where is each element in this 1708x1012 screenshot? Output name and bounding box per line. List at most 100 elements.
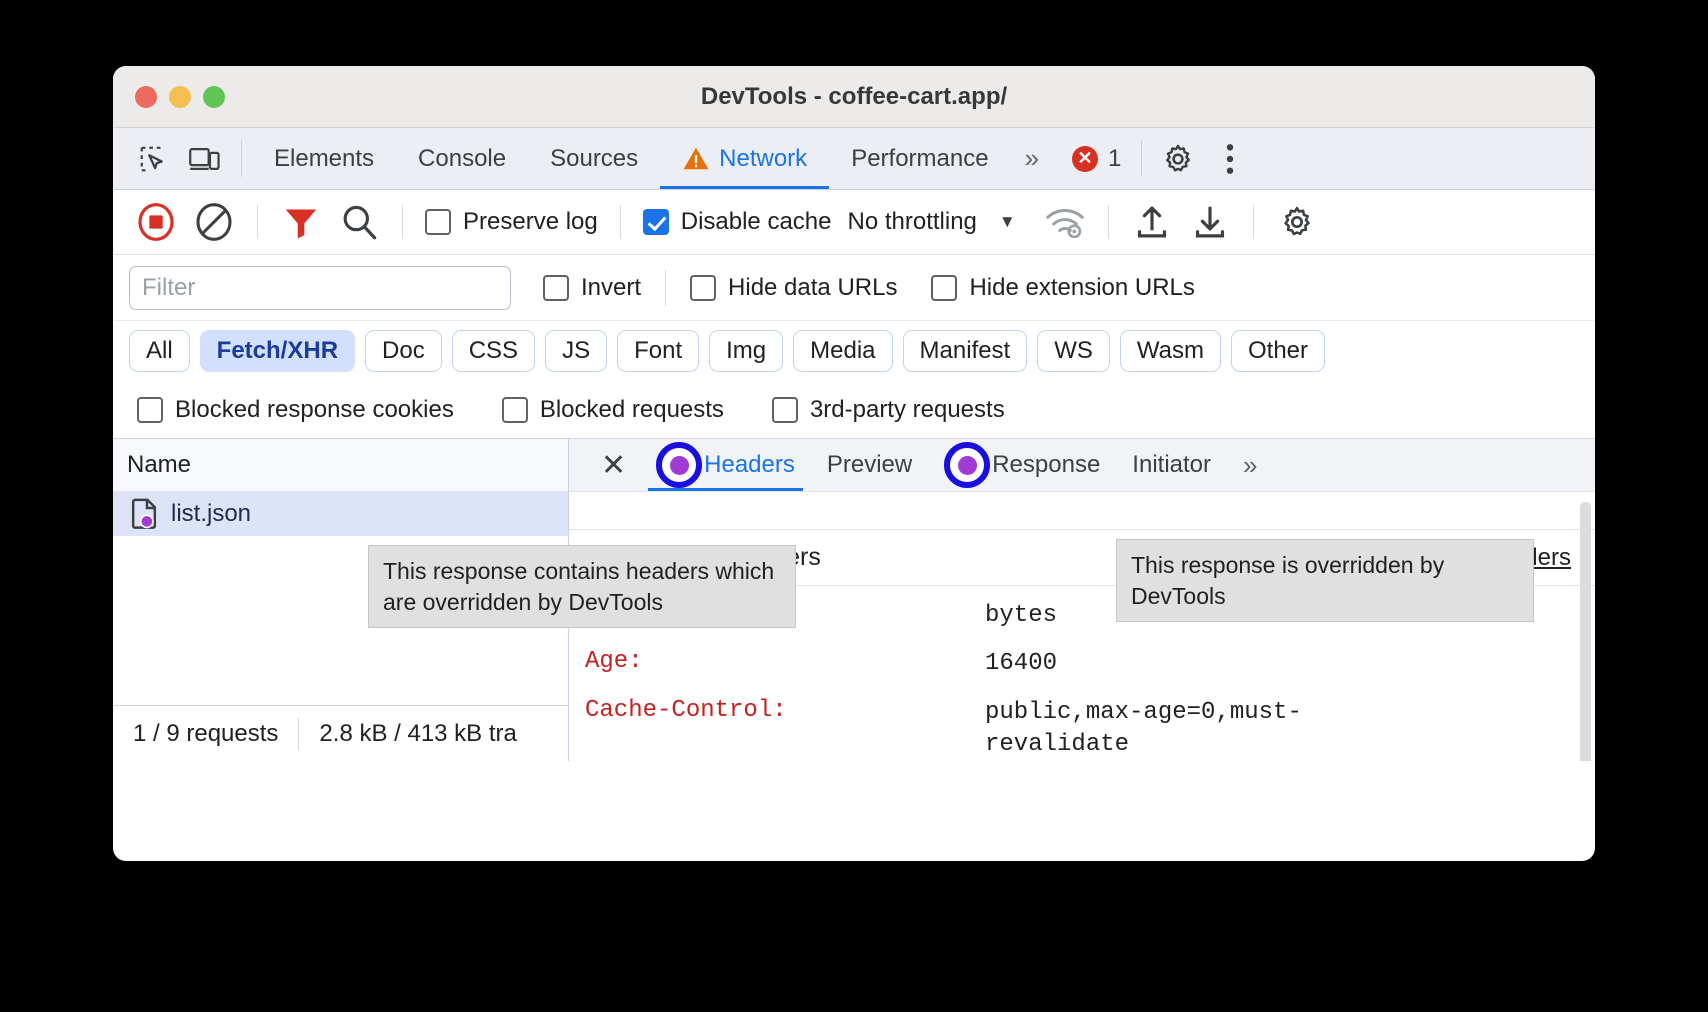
toolbar-divider-1 [257, 205, 258, 239]
pill-ws[interactable]: WS [1037, 330, 1110, 372]
tabbar-divider [241, 140, 242, 177]
tab-performance[interactable]: Performance [829, 128, 1010, 189]
tab-network[interactable]: Network [660, 128, 829, 189]
error-count: 1 [1108, 145, 1121, 173]
download-har-icon[interactable] [1183, 204, 1237, 240]
hide-data-urls-box[interactable] [690, 275, 716, 301]
blocked-response-cookies-box[interactable] [137, 397, 163, 423]
third-party-requests-box[interactable] [772, 397, 798, 423]
tab-preview[interactable]: Preview [811, 439, 928, 491]
hide-data-urls-checkbox[interactable]: Hide data URLs [684, 274, 903, 302]
wifi-gear-icon[interactable] [1038, 206, 1092, 238]
general-section-stub [569, 492, 1595, 530]
tab-headers-label: Headers [704, 451, 795, 479]
column-header-name[interactable]: Name [113, 439, 568, 492]
pill-other[interactable]: Other [1231, 330, 1325, 372]
tab-elements-label: Elements [274, 145, 374, 173]
invert-checkbox[interactable]: Invert [537, 274, 647, 302]
transfer-size: 2.8 kB / 413 kB tra [319, 720, 516, 748]
network-settings-gear-icon[interactable] [1270, 205, 1324, 239]
disable-cache-box[interactable] [643, 209, 669, 235]
filter-input[interactable] [129, 266, 511, 310]
preserve-log-checkbox[interactable]: Preserve log [419, 208, 604, 236]
json-document-overridden-icon [131, 498, 159, 530]
blocked-response-cookies-checkbox[interactable]: Blocked response cookies [131, 396, 460, 424]
override-dot-icon-headers [656, 442, 702, 488]
upload-har-icon[interactable] [1125, 204, 1179, 240]
blocked-requests-box[interactable] [502, 397, 528, 423]
tab-console-label: Console [418, 145, 506, 173]
hide-data-urls-label: Hide data URLs [728, 274, 897, 302]
search-icon[interactable] [332, 203, 386, 241]
maximize-window-button[interactable] [203, 86, 225, 108]
pill-manifest[interactable]: Manifest [903, 330, 1028, 372]
network-toolbar: Preserve log Disable cache No throttling… [113, 190, 1595, 255]
toolbar-divider-4 [1108, 205, 1109, 239]
preserve-log-label: Preserve log [463, 208, 598, 236]
more-tabs-button[interactable]: » [1011, 128, 1050, 189]
hide-extension-urls-checkbox[interactable]: Hide extension URLs [925, 274, 1200, 302]
chevron-down-icon[interactable]: ▼ [999, 212, 1016, 232]
tab-sources-label: Sources [550, 145, 638, 173]
filter-row: Invert Hide data URLs Hide extension URL… [113, 255, 1595, 321]
tab-headers[interactable]: Headers [640, 439, 811, 491]
vertical-scrollbar[interactable] [1580, 502, 1591, 761]
tab-initiator-label: Initiator [1132, 451, 1211, 479]
minimize-window-button[interactable] [169, 86, 191, 108]
error-indicator[interactable]: ✕ 1 [1050, 128, 1131, 189]
throttling-value[interactable]: No throttling [841, 208, 976, 236]
traffic-lights [135, 86, 225, 108]
record-stop-icon[interactable] [129, 202, 183, 242]
tab-console[interactable]: Console [396, 128, 528, 189]
gear-icon[interactable] [1152, 128, 1204, 189]
tab-response[interactable]: Response [928, 439, 1116, 491]
tab-performance-label: Performance [851, 145, 988, 173]
pill-media[interactable]: Media [793, 330, 892, 372]
network-status-bar: 1 / 9 requests 2.8 kB / 413 kB tra [113, 705, 568, 761]
disable-cache-checkbox[interactable]: Disable cache [637, 208, 838, 236]
pill-all[interactable]: All [129, 330, 190, 372]
close-window-button[interactable] [135, 86, 157, 108]
request-name: list.json [171, 500, 251, 528]
warning-triangle-icon [682, 146, 710, 171]
pill-doc[interactable]: Doc [365, 330, 442, 372]
toolbar-divider-2 [402, 205, 403, 239]
tab-sources[interactable]: Sources [528, 128, 660, 189]
window-title: DevTools - coffee-cart.app/ [113, 83, 1595, 111]
pill-font[interactable]: Font [617, 330, 699, 372]
table-row[interactable]: list.json [113, 492, 568, 536]
toolbar-divider-3 [620, 205, 621, 239]
tab-elements[interactable]: Elements [252, 128, 396, 189]
clear-icon[interactable] [187, 202, 241, 242]
close-detail-button[interactable]: ✕ [587, 439, 640, 491]
resource-type-filters: All Fetch/XHR Doc CSS JS Font Img Media … [113, 321, 1595, 381]
invert-label: Invert [581, 274, 641, 302]
inspect-element-icon[interactable] [127, 128, 179, 189]
tab-initiator[interactable]: Initiator [1116, 439, 1227, 491]
filter-funnel-icon[interactable] [274, 204, 328, 240]
third-party-requests-checkbox[interactable]: 3rd-party requests [766, 396, 1011, 424]
third-party-requests-label: 3rd-party requests [810, 396, 1005, 424]
kebab-menu-icon[interactable] [1204, 128, 1256, 189]
device-toolbar-icon[interactable] [179, 128, 231, 189]
override-dot-icon-response [944, 442, 990, 488]
hide-extension-urls-box[interactable] [931, 275, 957, 301]
pill-js[interactable]: JS [545, 330, 607, 372]
disable-cache-label: Disable cache [681, 208, 832, 236]
pill-css[interactable]: CSS [452, 330, 535, 372]
preserve-log-box[interactable] [425, 209, 451, 235]
pill-wasm[interactable]: Wasm [1120, 330, 1221, 372]
more-detail-tabs-button[interactable]: » [1227, 439, 1270, 491]
invert-box[interactable] [543, 275, 569, 301]
header-value[interactable]: 16400 [985, 648, 1057, 680]
pill-fetch-xhr[interactable]: Fetch/XHR [200, 330, 355, 372]
tab-network-label: Network [719, 145, 807, 173]
tabbar-divider-2 [1141, 140, 1142, 177]
request-count: 1 / 9 requests [133, 720, 278, 748]
pill-img[interactable]: Img [709, 330, 783, 372]
header-value[interactable]: bytes [985, 600, 1057, 632]
tooltip-overridden-headers: This response contains headers which are… [368, 545, 796, 628]
header-value[interactable]: public,max-age=0,must-revalidate [985, 697, 1345, 761]
blocked-requests-checkbox[interactable]: Blocked requests [496, 396, 730, 424]
filter-divider [665, 270, 666, 306]
